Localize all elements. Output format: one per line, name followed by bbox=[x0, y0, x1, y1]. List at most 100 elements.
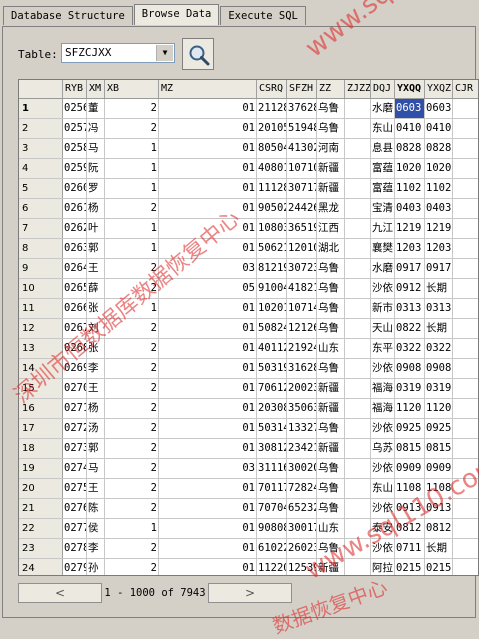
grid-cell[interactable]: 51948 bbox=[287, 119, 317, 138]
grid-cell[interactable]: 01 bbox=[159, 139, 257, 158]
grid-cell[interactable] bbox=[345, 419, 371, 438]
grid-cell[interactable]: 03 bbox=[159, 459, 257, 478]
grid-cell[interactable]: 乌鲁 bbox=[317, 99, 345, 118]
grid-cell[interactable]: 襄樊 bbox=[371, 239, 395, 258]
tab-browse-data[interactable]: Browse Data bbox=[133, 4, 220, 25]
tab-execute-sql[interactable]: Execute SQL bbox=[220, 6, 306, 25]
grid-cell[interactable]: 1102 bbox=[425, 179, 453, 198]
column-header[interactable]: RYB bbox=[63, 80, 87, 98]
grid-cell[interactable]: 沙依 bbox=[371, 539, 395, 558]
grid-cell[interactable]: 30017 bbox=[287, 519, 317, 538]
grid-cell[interactable]: 50824 bbox=[257, 319, 287, 338]
grid-cell[interactable]: 黑龙 bbox=[317, 199, 345, 218]
grid-cell[interactable]: 01 bbox=[159, 359, 257, 378]
grid-cell[interactable]: 天山 bbox=[371, 319, 395, 338]
grid-cell[interactable]: 30020 bbox=[287, 459, 317, 478]
table-row[interactable]: 4 0259 阮 1 01 40801 10710 新疆 富蕴 1020 1020 bbox=[19, 159, 478, 179]
grid-cell[interactable]: 1 bbox=[105, 219, 159, 238]
grid-cell[interactable]: 21924 bbox=[287, 339, 317, 358]
grid-cell[interactable] bbox=[453, 499, 478, 518]
column-header[interactable]: CJR bbox=[453, 80, 478, 98]
grid-cell[interactable] bbox=[453, 319, 478, 338]
grid-cell[interactable] bbox=[453, 539, 478, 558]
grid-cell[interactable]: 1219 bbox=[395, 219, 425, 238]
table-row[interactable]: 11 0266 张 1 01 10201 10714 乌鲁 新市 0313 0313 bbox=[19, 299, 478, 319]
grid-cell[interactable]: 0276 bbox=[63, 499, 87, 518]
grid-cell[interactable] bbox=[345, 499, 371, 518]
grid-cell[interactable]: 50621 bbox=[257, 239, 287, 258]
grid-cell[interactable] bbox=[453, 299, 478, 318]
grid-cell[interactable]: 0828 bbox=[395, 139, 425, 158]
grid-cell[interactable]: 40801 bbox=[257, 159, 287, 178]
next-page-button[interactable]: > bbox=[208, 583, 292, 603]
grid-cell[interactable] bbox=[453, 419, 478, 438]
grid-cell[interactable]: 王 bbox=[87, 259, 105, 278]
grid-cell[interactable]: 21128 bbox=[257, 99, 287, 118]
grid-cell[interactable]: 91004 bbox=[257, 279, 287, 298]
grid-cell[interactable]: 35063 bbox=[287, 399, 317, 418]
grid-cell[interactable]: 0277 bbox=[63, 519, 87, 538]
grid-cell[interactable]: 1108 bbox=[395, 479, 425, 498]
grid-cell[interactable]: 长期 bbox=[425, 279, 453, 298]
grid-cell[interactable]: 0257 bbox=[63, 119, 87, 138]
grid-cell[interactable]: 九江 bbox=[371, 219, 395, 238]
grid-cell[interactable]: 0272 bbox=[63, 419, 87, 438]
table-row[interactable]: 2 0257 冯 2 01 20105 51948 乌鲁 东山 0410 0410 bbox=[19, 119, 478, 139]
grid-cell[interactable] bbox=[345, 299, 371, 318]
grid-cell[interactable]: 0913 bbox=[425, 499, 453, 518]
grid-cell[interactable]: 01 bbox=[159, 99, 257, 118]
grid-cell[interactable]: 0917 bbox=[425, 259, 453, 278]
grid-cell[interactable]: 0262 bbox=[63, 219, 87, 238]
grid-cell[interactable] bbox=[345, 379, 371, 398]
grid-cell[interactable]: 2 bbox=[105, 419, 159, 438]
grid-cell[interactable]: 24426 bbox=[287, 199, 317, 218]
grid-cell[interactable]: 2 bbox=[105, 399, 159, 418]
grid-cell[interactable]: 2 bbox=[105, 359, 159, 378]
grid-cell[interactable]: 0711 bbox=[395, 539, 425, 558]
grid-cell[interactable]: 2 bbox=[105, 479, 159, 498]
table-row[interactable]: 3 0258 马 1 01 80504 41302 河南 息县 0828 0828 bbox=[19, 139, 478, 159]
grid-cell[interactable] bbox=[453, 179, 478, 198]
grid-cell[interactable]: 0403 bbox=[395, 199, 425, 218]
grid-cell[interactable]: 0322 bbox=[425, 339, 453, 358]
grid-cell[interactable]: 0273 bbox=[63, 439, 87, 458]
grid-cell[interactable]: 10714 bbox=[287, 299, 317, 318]
grid-cell[interactable]: 1120 bbox=[395, 399, 425, 418]
column-header[interactable]: ZZ bbox=[317, 80, 345, 98]
table-row[interactable]: 10 0265 薛 2 05 91004 41821 乌鲁 沙依 0912 长期 bbox=[19, 279, 478, 299]
grid-cell[interactable]: 0410 bbox=[395, 119, 425, 138]
grid-cell[interactable]: 董 bbox=[87, 99, 105, 118]
grid-cell[interactable] bbox=[345, 519, 371, 538]
grid-cell[interactable]: 1 bbox=[105, 299, 159, 318]
grid-cell[interactable]: 沙依 bbox=[371, 499, 395, 518]
table-row[interactable]: 23 0278 李 2 01 61022 26023 乌鲁 沙依 0711 长期 bbox=[19, 539, 478, 559]
grid-cell[interactable]: 乌鲁 bbox=[317, 479, 345, 498]
grid-cell[interactable]: 0266 bbox=[63, 299, 87, 318]
table-row[interactable]: 6 0261 杨 2 01 90502 24426 黑龙 宝清 0403 0403 bbox=[19, 199, 478, 219]
table-row[interactable]: 18 0273 郭 2 01 30812 23421 新疆 乌苏 0815 0815 bbox=[19, 439, 478, 459]
grid-cell[interactable]: 72824 bbox=[287, 479, 317, 498]
grid-cell[interactable]: 0215 bbox=[395, 559, 425, 575]
grid-cell[interactable]: 0275 bbox=[63, 479, 87, 498]
grid-cell[interactable]: 福海 bbox=[371, 399, 395, 418]
grid-cell[interactable] bbox=[345, 259, 371, 278]
grid-cell[interactable]: 张 bbox=[87, 339, 105, 358]
grid-cell[interactable]: 10201 bbox=[257, 299, 287, 318]
grid-cell[interactable]: 0267 bbox=[63, 319, 87, 338]
grid-cell[interactable] bbox=[453, 479, 478, 498]
grid-cell[interactable]: 61022 bbox=[257, 539, 287, 558]
grid-cell[interactable]: 01 bbox=[159, 339, 257, 358]
grid-cell[interactable]: 13327 bbox=[287, 419, 317, 438]
search-button[interactable] bbox=[182, 38, 214, 70]
grid-cell[interactable]: 0410 bbox=[425, 119, 453, 138]
grid-cell[interactable]: 12010 bbox=[287, 239, 317, 258]
grid-cell[interactable]: 王 bbox=[87, 479, 105, 498]
grid-cell[interactable]: 01 bbox=[159, 559, 257, 575]
grid-cell[interactable]: 65232 bbox=[287, 499, 317, 518]
grid-cell[interactable]: 2 bbox=[105, 319, 159, 338]
grid-cell[interactable]: 泰安 bbox=[371, 519, 395, 538]
grid-cell[interactable]: 乌鲁 bbox=[317, 419, 345, 438]
grid-cell[interactable]: 90502 bbox=[257, 199, 287, 218]
grid-cell[interactable]: 沙依 bbox=[371, 359, 395, 378]
grid-cell[interactable]: 李 bbox=[87, 359, 105, 378]
